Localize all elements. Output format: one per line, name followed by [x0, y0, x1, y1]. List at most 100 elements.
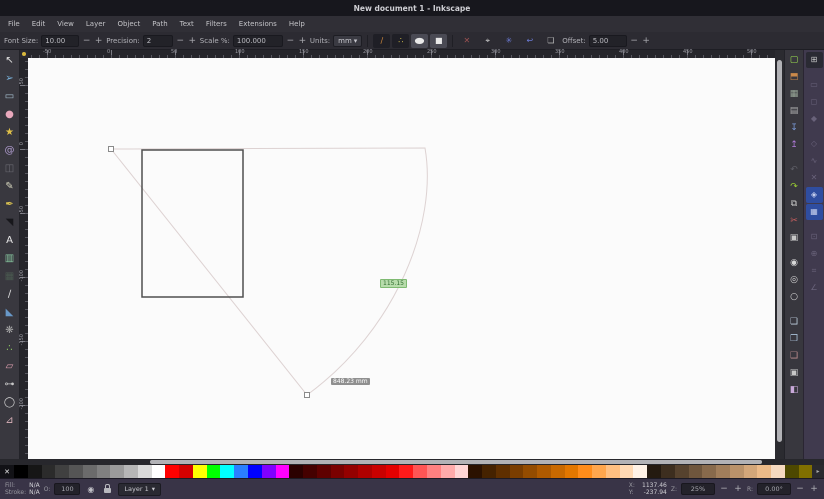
palette-swatch[interactable]	[289, 465, 303, 478]
palette-swatch[interactable]	[358, 465, 372, 478]
palette-swatch[interactable]	[565, 465, 579, 478]
precision-decrease-button[interactable]: −	[176, 35, 185, 47]
snap-guide-toggle[interactable]: ∠	[806, 280, 823, 296]
measure-convert-button[interactable]: ❏	[542, 34, 559, 48]
dropper-tool[interactable]: ∕	[1, 286, 19, 304]
measure-points-toggle[interactable]: ∴	[392, 34, 409, 48]
copy-button[interactable]: ⧉	[786, 196, 803, 213]
snap-bbox-edge-toggle[interactable]: ◻	[806, 94, 823, 110]
import-button[interactable]: ↧	[786, 120, 803, 137]
rectangle-tool[interactable]: ▭	[1, 88, 19, 106]
palette-swatch[interactable]	[165, 465, 179, 478]
scale-decrease-button[interactable]: −	[286, 35, 295, 47]
spray-tool[interactable]: ∴	[1, 340, 19, 358]
rectangle-shape[interactable]	[142, 150, 243, 297]
vertical-scrollbar[interactable]	[775, 50, 784, 459]
menu-extensions[interactable]: Extensions	[233, 18, 283, 30]
palette-swatch[interactable]	[372, 465, 386, 478]
layer-visibility-toggle[interactable]: ◉	[84, 483, 97, 496]
palette-scroll-arrow[interactable]: ▸	[812, 465, 824, 478]
palette-swatch[interactable]	[689, 465, 703, 478]
ruler-corner[interactable]	[20, 50, 28, 58]
undo-button[interactable]: ↶	[786, 162, 803, 179]
rotation-input[interactable]: 0.00°	[757, 483, 791, 495]
palette-swatch[interactable]	[455, 465, 469, 478]
star-tool[interactable]: ★	[1, 124, 19, 142]
snap-intersection-toggle[interactable]: ✕	[806, 170, 823, 186]
new-document-button[interactable]: ▢	[786, 52, 803, 69]
menu-help[interactable]: Help	[283, 18, 311, 30]
tweak-tool[interactable]: ❋	[1, 322, 19, 340]
palette-swatch[interactable]	[730, 465, 744, 478]
scale-input[interactable]: 100.000	[233, 35, 283, 47]
rotation-decrease-button[interactable]: −	[795, 484, 805, 494]
paste-button[interactable]: ▣	[786, 230, 803, 247]
palette-swatch[interactable]	[28, 465, 42, 478]
calligraphy-tool[interactable]: ◥	[1, 214, 19, 232]
font-size-increase-button[interactable]: +	[94, 35, 103, 47]
measure-snap-button[interactable]: ✳	[500, 34, 517, 48]
palette-swatch[interactable]	[716, 465, 730, 478]
measure-reverse-button[interactable]: ↩	[521, 34, 538, 48]
menu-filters[interactable]: Filters	[200, 18, 233, 30]
path-node-end[interactable]	[305, 393, 310, 398]
layer-lock-toggle[interactable]	[101, 483, 114, 496]
palette-swatch[interactable]	[303, 465, 317, 478]
zoom-selection-button[interactable]: ◉	[786, 255, 803, 272]
palette-swatch[interactable]	[124, 465, 138, 478]
palette-swatch[interactable]	[193, 465, 207, 478]
palette-swatch[interactable]	[262, 465, 276, 478]
box3d-tool[interactable]: ◫	[1, 160, 19, 178]
palette-swatch[interactable]	[523, 465, 537, 478]
palette-swatch[interactable]	[207, 465, 221, 478]
palette-swatch[interactable]	[413, 465, 427, 478]
snap-node-toggle[interactable]: ◇	[806, 136, 823, 152]
gradient-tool[interactable]: ▥	[1, 250, 19, 268]
palette-swatch[interactable]	[69, 465, 83, 478]
palette-swatch[interactable]	[771, 465, 785, 478]
save-button[interactable]: ▦	[786, 86, 803, 103]
zoom-tool[interactable]: ◯	[1, 394, 19, 412]
fill-stroke-indicator[interactable]: Fill: N/A Stroke: N/A	[5, 482, 40, 496]
measure-ellipse-toggle[interactable]: ●	[411, 34, 428, 48]
horizontal-scrollbar-thumb[interactable]	[150, 460, 762, 464]
path-node-start[interactable]	[109, 147, 114, 152]
horizontal-scrollbar[interactable]	[0, 459, 824, 465]
palette-swatch[interactable]	[83, 465, 97, 478]
palette-swatch[interactable]	[675, 465, 689, 478]
measured-triangle-path[interactable]	[111, 148, 427, 395]
palette-swatch[interactable]	[510, 465, 524, 478]
opacity-input[interactable]: 100	[54, 483, 80, 495]
snap-grid-toggle[interactable]: ⌗	[806, 263, 823, 279]
redo-button[interactable]: ↷	[786, 179, 803, 196]
palette-swatch[interactable]	[702, 465, 716, 478]
palette-swatch[interactable]	[344, 465, 358, 478]
snap-bbox-corner-toggle[interactable]: ◆	[806, 111, 823, 127]
cut-button[interactable]: ✂	[786, 213, 803, 230]
menu-view[interactable]: View	[51, 18, 80, 30]
measure-tool[interactable]: ⊿	[1, 412, 19, 430]
selector-tool[interactable]: ↖	[1, 52, 19, 70]
measure-phantom-button[interactable]: ⌖	[479, 34, 496, 48]
precision-increase-button[interactable]: +	[188, 35, 197, 47]
palette-swatch[interactable]	[468, 465, 482, 478]
eraser-tool[interactable]: ▱	[1, 358, 19, 376]
palette-swatch[interactable]	[537, 465, 551, 478]
palette-swatch[interactable]	[331, 465, 345, 478]
spiral-tool[interactable]: @	[1, 142, 19, 160]
print-button[interactable]: ▤	[786, 103, 803, 120]
connector-tool[interactable]: ⊶	[1, 376, 19, 394]
export-button[interactable]: ↥	[786, 137, 803, 154]
menu-edit[interactable]: Edit	[26, 18, 52, 30]
palette-swatch[interactable]	[276, 465, 290, 478]
canvas[interactable]: 115.15 848.23 mm	[28, 58, 775, 459]
ellipse-tool[interactable]: ●	[1, 106, 19, 124]
palette-swatch[interactable]	[386, 465, 400, 478]
palette-swatch[interactable]	[785, 465, 799, 478]
layer-dropdown[interactable]: Layer 1 ▾	[118, 483, 161, 496]
palette-swatch[interactable]	[220, 465, 234, 478]
palette-swatch[interactable]	[138, 465, 152, 478]
pen-tool[interactable]: ✒	[1, 196, 19, 214]
palette-swatch[interactable]	[633, 465, 647, 478]
palette-swatch[interactable]	[757, 465, 771, 478]
